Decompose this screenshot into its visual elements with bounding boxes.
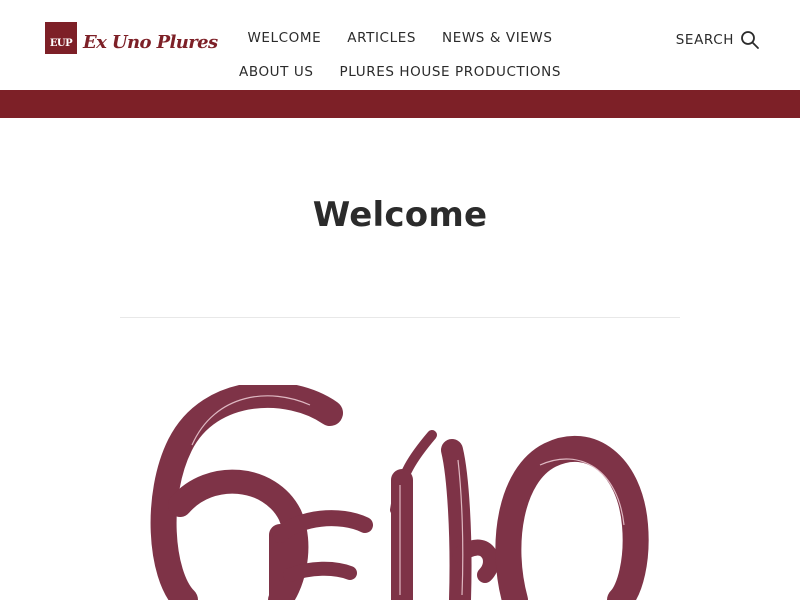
site-logo[interactable]: EUP Ex Uno Plures	[45, 22, 218, 54]
nav-item-news-views[interactable]: NEWS & VIEWS	[442, 28, 553, 48]
search-icon	[741, 31, 759, 49]
nav-item-plures-house-productions[interactable]: PLURES HOUSE PRODUCTIONS	[340, 62, 561, 82]
page-title: Welcome	[312, 195, 488, 235]
nav-item-welcome[interactable]: WELCOME	[247, 28, 321, 48]
search-button[interactable]: SEARCH	[676, 30, 760, 50]
logo-text: Ex Uno Plures	[83, 31, 218, 53]
brand-banner	[0, 90, 800, 118]
hello-lettering-image	[150, 385, 649, 600]
nav-item-about-us[interactable]: ABOUT US	[239, 62, 314, 82]
divider	[120, 317, 680, 318]
logo-mark: EUP	[45, 22, 77, 54]
nav-item-articles[interactable]: ARTICLES	[347, 28, 416, 48]
main-nav: WELCOME ARTICLES NEWS & VIEWS ABOUT US P…	[225, 28, 575, 82]
site-header: EUP Ex Uno Plures WELCOME ARTICLES NEWS …	[0, 0, 800, 90]
search-label: SEARCH	[675, 32, 734, 48]
